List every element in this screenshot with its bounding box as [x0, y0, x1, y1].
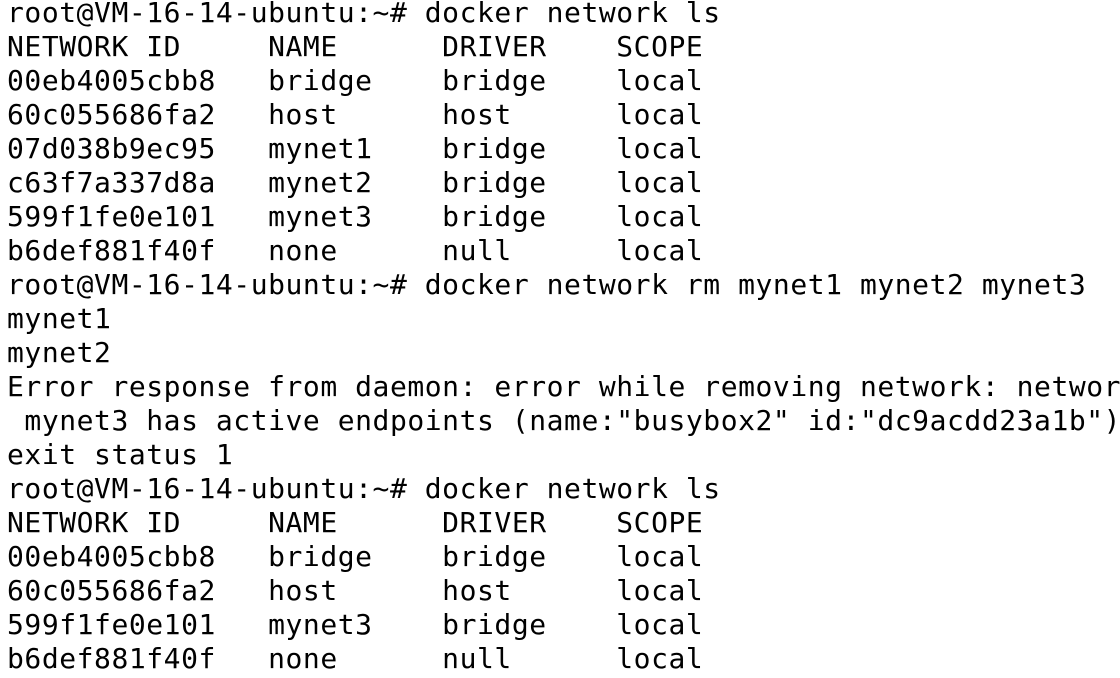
terminal-line-prompt-rm: root@VM-16-14-ubuntu:~# docker network r…	[7, 268, 1087, 301]
terminal-line-row: b6def881f40f none null local	[7, 642, 704, 674]
terminal-line-prompt-ls-2: root@VM-16-14-ubuntu:~# docker network l…	[7, 472, 721, 505]
terminal-line-table-header-1: NETWORK ID NAME DRIVER SCOPE	[7, 30, 704, 63]
terminal-line-output: mynet1	[7, 302, 112, 335]
terminal-line-row: 00eb4005cbb8 bridge bridge local	[7, 540, 704, 573]
terminal-line-output: mynet2	[7, 336, 112, 369]
terminal-line-error: Error response from daemon: error while …	[7, 370, 1120, 403]
terminal-line-row: 60c055686fa2 host host local	[7, 98, 704, 131]
terminal-line-row: 00eb4005cbb8 bridge bridge local	[7, 64, 704, 97]
terminal-line-error: mynet3 has active endpoints (name:"busyb…	[7, 404, 1120, 437]
terminal-output[interactable]: root@VM-16-14-ubuntu:~# docker network l…	[0, 0, 1120, 674]
terminal-line-row: 599f1fe0e101 mynet3 bridge local	[7, 200, 704, 233]
terminal-line-row: 599f1fe0e101 mynet3 bridge local	[7, 608, 704, 641]
terminal-line-row: c63f7a337d8a mynet2 bridge local	[7, 166, 704, 199]
terminal-line-row: 60c055686fa2 host host local	[7, 574, 704, 607]
terminal-line-row: 07d038b9ec95 mynet1 bridge local	[7, 132, 704, 165]
terminal-line-table-header-2: NETWORK ID NAME DRIVER SCOPE	[7, 506, 704, 539]
terminal-line-exit-status: exit status 1	[7, 438, 234, 471]
terminal-line-row: b6def881f40f none null local	[7, 234, 704, 267]
terminal-line-prompt-ls-1: root@VM-16-14-ubuntu:~# docker network l…	[7, 0, 721, 29]
